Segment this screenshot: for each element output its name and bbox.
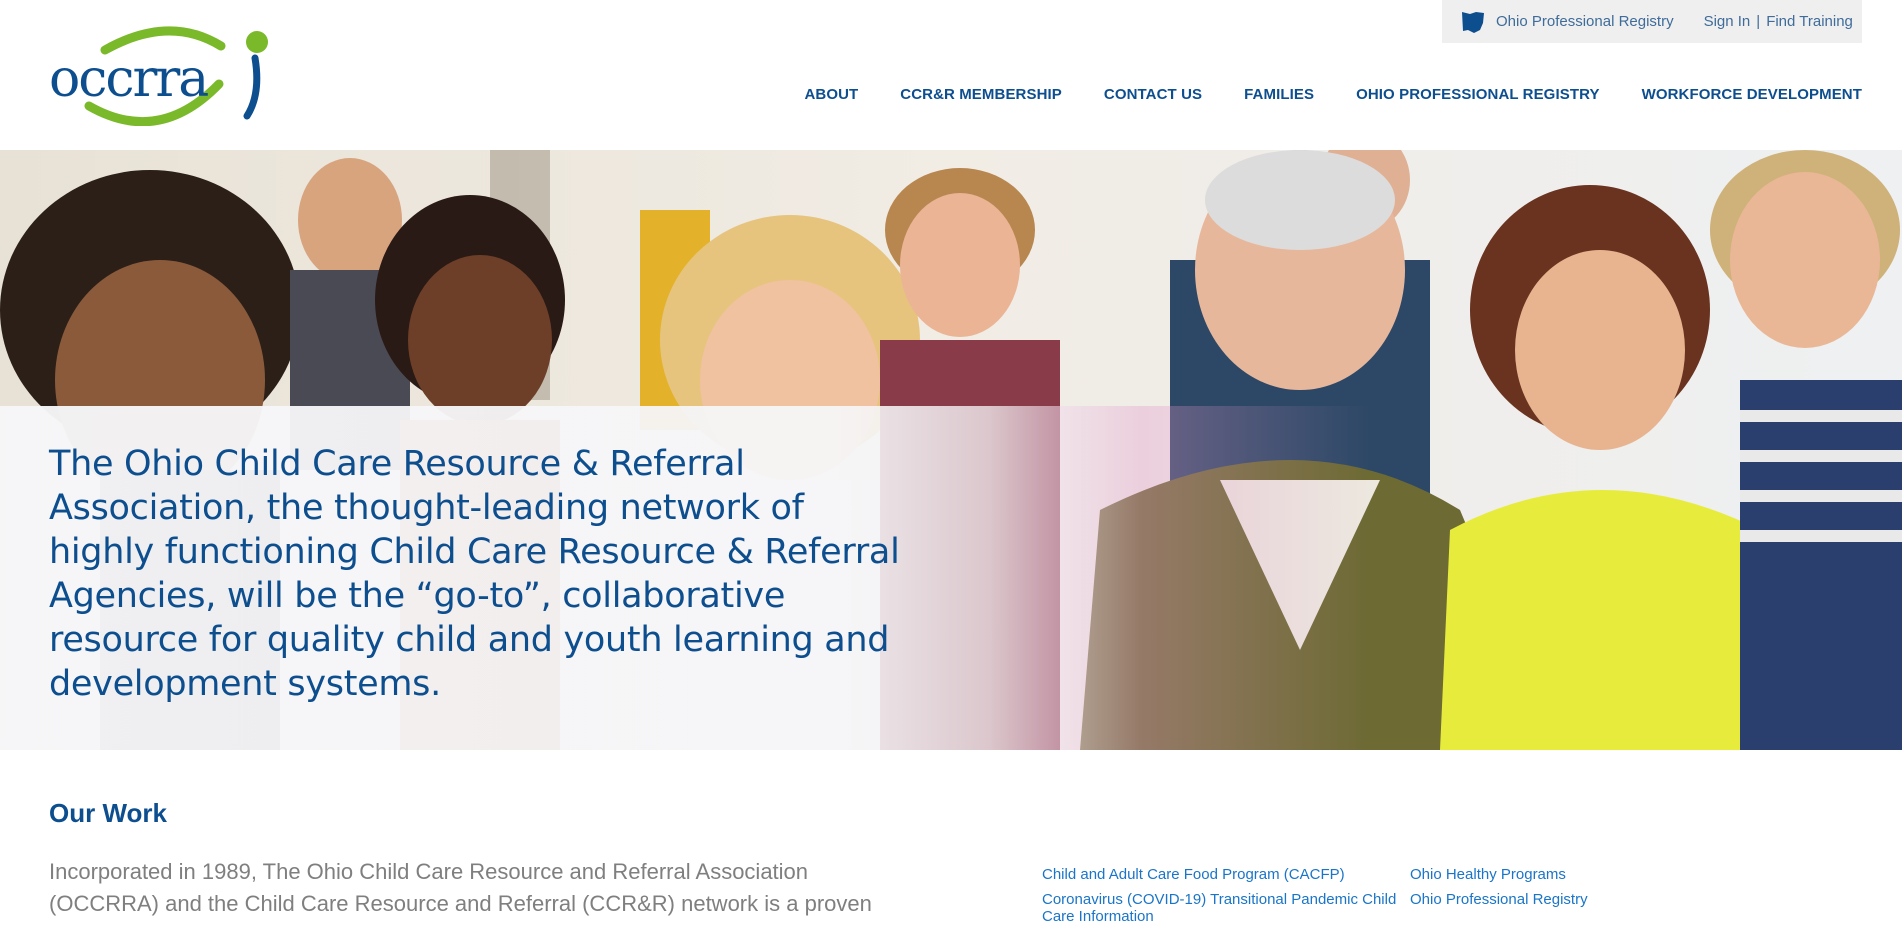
nav-families[interactable]: FAMILIES xyxy=(1244,86,1314,103)
utility-bar: Ohio Professional Registry Sign In | Fin… xyxy=(1442,0,1862,43)
logo-text: occrra xyxy=(49,49,208,109)
ohio-professional-registry-link[interactable]: Ohio Professional Registry xyxy=(1496,13,1674,30)
find-training-link[interactable]: Find Training xyxy=(1766,13,1853,30)
link-ohio-professional-registry[interactable]: Ohio Professional Registry xyxy=(1410,891,1710,925)
nav-about[interactable]: ABOUT xyxy=(804,86,858,103)
main-nav: ABOUT CCR&R MEMBERSHIP CONTACT US FAMILI… xyxy=(804,82,1862,106)
program-links: Child and Adult Care Food Program (CACFP… xyxy=(1042,866,1802,925)
sign-in-link[interactable]: Sign In xyxy=(1704,13,1751,30)
nav-ccrr-membership[interactable]: CCR&R MEMBERSHIP xyxy=(900,86,1062,103)
site-header: occrra Ohio Professional Registry Sign I… xyxy=(0,0,1902,150)
utility-separator: | xyxy=(1756,13,1761,30)
occrra-logo[interactable]: occrra xyxy=(49,24,274,126)
nav-ohio-professional-registry[interactable]: OHIO PROFESSIONAL REGISTRY xyxy=(1356,86,1599,103)
our-work-intro: Incorporated in 1989, The Ohio Child Car… xyxy=(49,859,872,916)
nav-workforce-development[interactable]: WORKFORCE DEVELOPMENT xyxy=(1642,86,1862,103)
hero-mission-statement: The Ohio Child Care Resource & Referral … xyxy=(49,444,900,704)
nav-contact-us[interactable]: CONTACT US xyxy=(1104,86,1202,103)
our-work-heading: Our Work xyxy=(49,798,167,828)
link-ohio-healthy-programs[interactable]: Ohio Healthy Programs xyxy=(1410,866,1710,883)
hero-banner: The Ohio Child Care Resource & Referral … xyxy=(0,150,1902,750)
ohio-state-icon xyxy=(1462,11,1484,33)
logo-graphic: occrra xyxy=(49,26,268,126)
link-covid-child-care-info[interactable]: Coronavirus (COVID-19) Transitional Pand… xyxy=(1042,891,1410,925)
link-cacfp[interactable]: Child and Adult Care Food Program (CACFP… xyxy=(1042,866,1410,883)
